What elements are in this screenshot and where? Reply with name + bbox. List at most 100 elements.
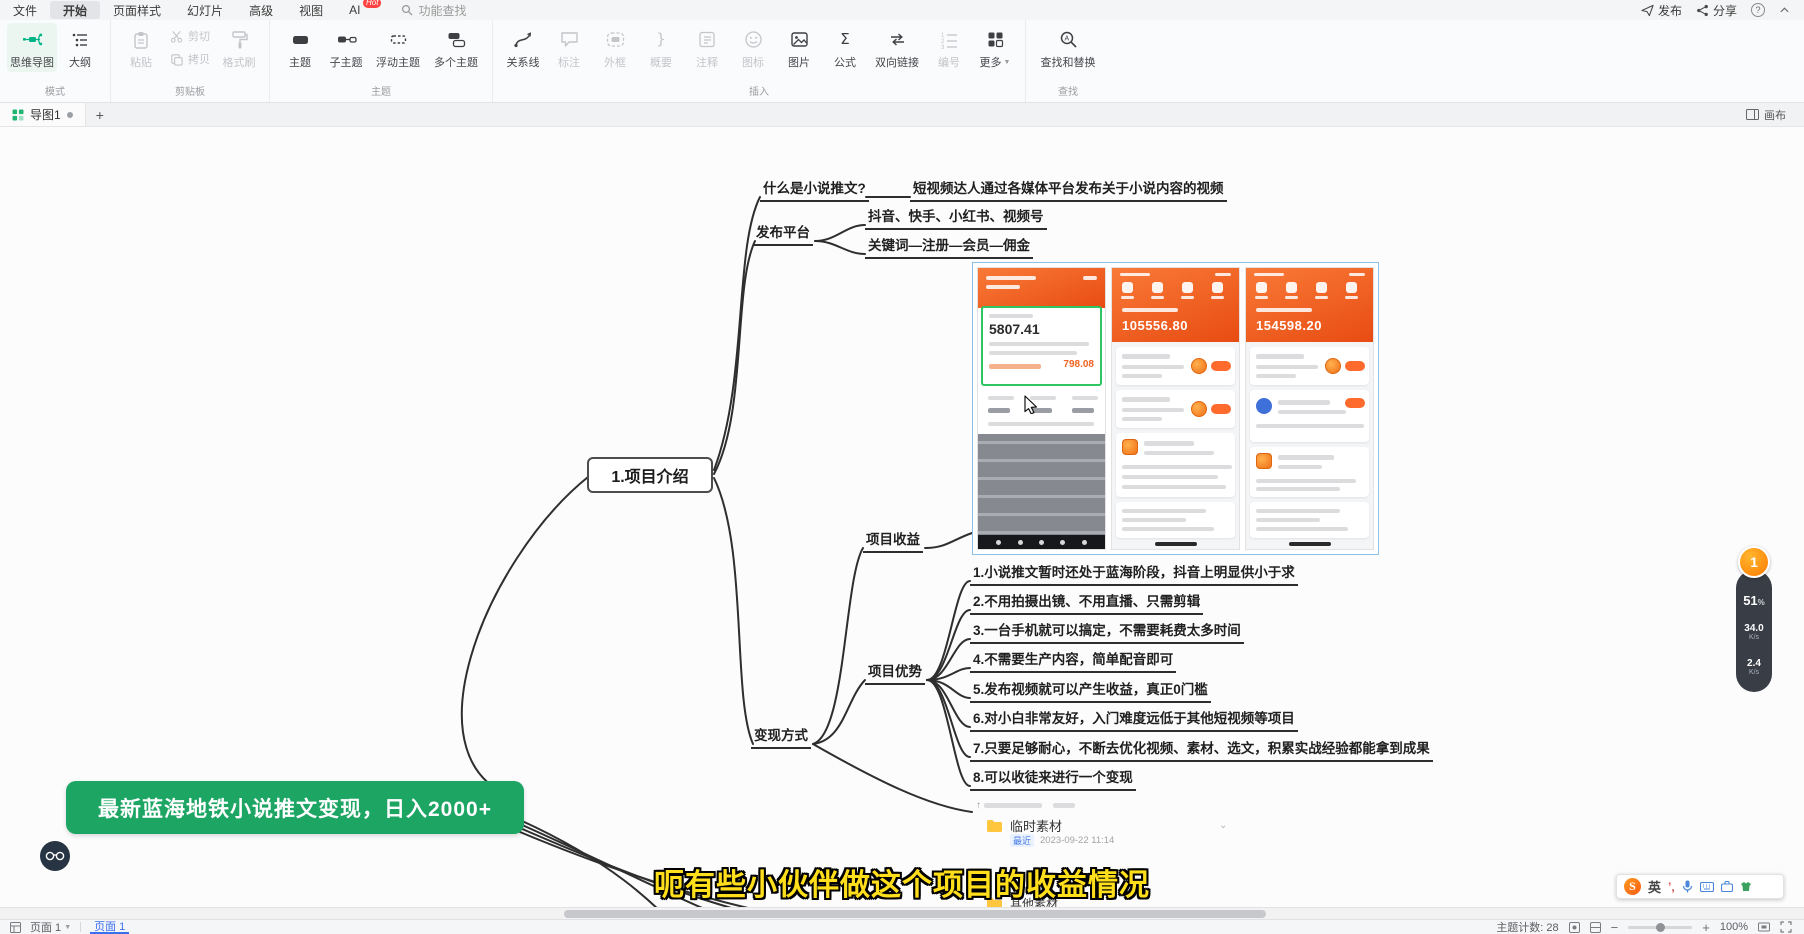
- node-advantage-item[interactable]: 1.小说推文暂时还处于蓝海阶段，抖音上明显供小于求: [970, 561, 1298, 586]
- more-grid-icon: [985, 29, 1006, 50]
- layout-panel-icon[interactable]: [1590, 922, 1601, 933]
- more-button[interactable]: 更多 ▼: [972, 23, 1018, 72]
- node-root-title[interactable]: 最新蓝海地铁小说推文变现，日入2000+: [66, 781, 524, 834]
- scrollbar-thumb[interactable]: [564, 910, 1266, 918]
- group-label-topic: 主题: [277, 81, 485, 102]
- find-replace-button[interactable]: A 查找和替换: [1033, 23, 1103, 72]
- zoom-in-button[interactable]: +: [1702, 920, 1710, 934]
- note-button[interactable]: 注释: [684, 23, 730, 72]
- smiley-icon: [743, 29, 764, 50]
- node-advantage-item[interactable]: 5.发布视频就可以产生收益，真正0门槛: [970, 678, 1211, 703]
- canvas-panel-toggle[interactable]: 画布: [1746, 107, 1804, 123]
- node-what-is-label[interactable]: 什么是小说推文?: [760, 177, 869, 202]
- summary-icon: }: [651, 29, 672, 50]
- cut-icon: [170, 30, 183, 43]
- subtopic-button[interactable]: 子主题: [323, 23, 369, 72]
- publish-button[interactable]: 发布: [1641, 2, 1682, 19]
- mindmap-canvas[interactable]: 1.项目介绍 最新蓝海地铁小说推文变现，日入2000+ 什么是小说推文? 短视频…: [0, 127, 1804, 909]
- floating-topic-button[interactable]: 浮动主题: [369, 23, 427, 72]
- folder-row-temp[interactable]: 临时素材 ⌄: [986, 816, 1227, 835]
- node-advantage-item[interactable]: 7.只要足够耐心，不断去优化视频、素材、选文，积累实战经验都能拿到成果: [970, 737, 1433, 762]
- summary-label: 概要: [650, 54, 672, 70]
- node-what-is-detail[interactable]: 短视频达人通过各媒体平台发布关于小说内容的视频: [910, 177, 1227, 202]
- paste-button[interactable]: 粘贴: [118, 23, 164, 72]
- punctuation-icon[interactable]: ’,: [1668, 880, 1675, 894]
- node-monetize-label[interactable]: 变现方式: [751, 724, 811, 749]
- node-platform-item1[interactable]: 抖音、快手、小红书、视频号: [865, 205, 1047, 230]
- bilink-button[interactable]: 双向链接: [868, 23, 926, 72]
- menu-advanced[interactable]: 高级: [236, 1, 286, 19]
- node-advantage-item[interactable]: 6.对小白非常友好，入门难度远低于其他短视频等项目: [970, 707, 1298, 732]
- group-label-insert: 插入: [500, 81, 1018, 102]
- subtopic-icon: [336, 29, 357, 50]
- ime-language-mode[interactable]: 英: [1648, 877, 1661, 896]
- numbering-button[interactable]: 123 编号: [926, 23, 972, 72]
- menu-ai[interactable]: AI Hot: [336, 1, 373, 19]
- relation-line-button[interactable]: 关系线: [500, 23, 546, 72]
- page-tab-1[interactable]: 页面 1: [90, 920, 129, 934]
- formula-button[interactable]: Σ 公式: [822, 23, 868, 72]
- share-button[interactable]: 分享: [1696, 2, 1737, 19]
- node-advantage-item[interactable]: 3.一台手机就可以搞定，不需要耗费太多时间: [970, 619, 1244, 644]
- ribbon-group-insert: 关系线 标注 外框 } 概要: [493, 20, 1026, 102]
- style-panel-icon[interactable]: [1569, 922, 1580, 933]
- skin-icon[interactable]: [1740, 881, 1752, 892]
- menu-slides[interactable]: 幻灯片: [174, 1, 236, 19]
- cut-button[interactable]: 剪切: [164, 23, 216, 46]
- boundary-button[interactable]: 外框: [592, 23, 638, 72]
- feature-search-input[interactable]: 功能查找: [401, 2, 466, 19]
- tiger-mascot: [1122, 439, 1138, 455]
- insert-image-button[interactable]: 图片: [776, 23, 822, 72]
- menu-view[interactable]: 视图: [286, 1, 336, 19]
- topic-button[interactable]: 主题: [277, 23, 323, 72]
- node-advantage-label[interactable]: 项目优势: [865, 660, 925, 685]
- pages-grid-icon[interactable]: [10, 922, 21, 933]
- phone3-home-indicator: [1289, 542, 1331, 546]
- insert-icon-button[interactable]: 图标: [730, 23, 776, 72]
- microphone-icon[interactable]: [1682, 880, 1693, 893]
- doc-tab-map1[interactable]: 导图1: [0, 103, 86, 126]
- mindmap-mode-label: 思维导图: [10, 54, 54, 70]
- menu-page-style[interactable]: 页面样式: [100, 1, 174, 19]
- zoom-level[interactable]: 100%: [1720, 921, 1748, 933]
- node-advantage-item[interactable]: 4.不需要生产内容，简单配音即可: [970, 648, 1176, 673]
- menu-home[interactable]: 开始: [50, 1, 100, 19]
- menu-bar-right: 发布 分享 ?: [1641, 2, 1804, 19]
- menu-file[interactable]: 文件: [0, 1, 50, 19]
- group-label-clipboard: 剪贴板: [118, 81, 262, 102]
- input-method-bar[interactable]: S 英 ’,: [1616, 874, 1784, 899]
- copy-icon: [170, 53, 183, 66]
- copy-button[interactable]: 拷贝: [164, 46, 216, 69]
- floating-topic-icon: [388, 29, 409, 50]
- multi-topic-button[interactable]: 多个主题: [427, 23, 485, 72]
- netspeed-widget[interactable]: 1 51% 34.0 K/s 2.4 K/s: [1734, 546, 1774, 694]
- fullscreen-icon[interactable]: [1780, 921, 1792, 933]
- add-tab-button[interactable]: +: [86, 107, 114, 123]
- horizontal-scrollbar[interactable]: [0, 907, 1804, 919]
- zoom-slider-knob[interactable]: [1656, 923, 1665, 932]
- folder-meta-row: 最近 2023-09-22 11:14: [1010, 834, 1114, 847]
- node-platform-label[interactable]: 发布平台: [753, 221, 813, 246]
- node-advantage-item[interactable]: 8.可以收徒来进行一个变现: [970, 766, 1136, 791]
- download-speed: 2.4 K/s: [1747, 658, 1761, 677]
- keyboard-icon[interactable]: [1700, 882, 1714, 892]
- node-advantage-item[interactable]: 2.不用拍摄出镜、不用直播、只需剪辑: [970, 590, 1203, 615]
- summary-button[interactable]: } 概要: [638, 23, 684, 72]
- collapse-ribbon-icon[interactable]: [1779, 5, 1790, 16]
- fit-screen-icon[interactable]: [1758, 921, 1770, 933]
- zoom-slider[interactable]: [1628, 926, 1692, 929]
- format-painter-button[interactable]: 格式刷: [216, 23, 262, 72]
- phone1-amount: 5807.41: [989, 321, 1040, 337]
- mindmap-mode-button[interactable]: 思维导图: [7, 23, 57, 72]
- node-platform-item2[interactable]: 关键词—注册—会员—佣金: [865, 234, 1033, 259]
- node-project-intro[interactable]: 1.项目介绍: [587, 457, 713, 493]
- formula-label: 公式: [834, 54, 856, 70]
- node-income-label[interactable]: 项目收益: [863, 528, 923, 553]
- page-selector[interactable]: 页面 1 ▼: [30, 919, 71, 934]
- help-button[interactable]: ?: [1751, 3, 1765, 17]
- zoom-out-button[interactable]: −: [1611, 920, 1619, 934]
- toolbox-icon[interactable]: [1721, 881, 1733, 892]
- callout-button[interactable]: 标注: [546, 23, 592, 72]
- outline-mode-button[interactable]: 大纲: [57, 23, 103, 72]
- format-painter-icon: [229, 29, 250, 50]
